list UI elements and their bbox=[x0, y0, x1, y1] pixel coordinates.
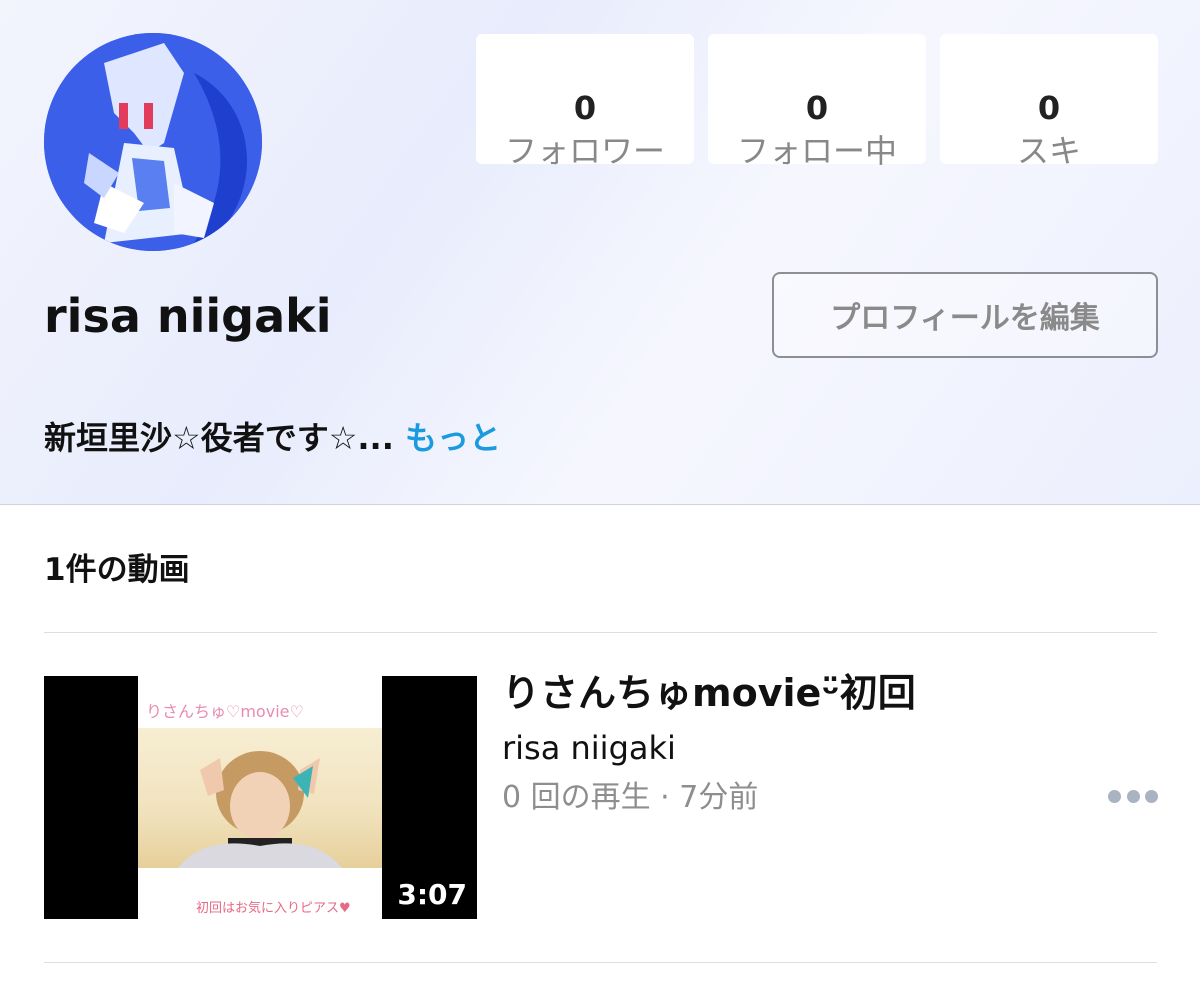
video-count: 1件の動画 bbox=[44, 552, 190, 588]
video-meta: 0 回の再生 · 7分前 bbox=[502, 780, 759, 815]
stat-likes[interactable]: 0 スキ bbox=[940, 34, 1158, 170]
stat-following[interactable]: 0 フォロー中 bbox=[708, 34, 926, 170]
dot bbox=[1126, 790, 1140, 803]
divider bbox=[44, 962, 1157, 963]
edit-profile-button[interactable]: プロフィールを編集 bbox=[772, 272, 1158, 358]
divider bbox=[44, 632, 1157, 633]
stat-followers[interactable]: 0 フォロワー bbox=[476, 34, 694, 170]
bio-more-link[interactable]: もっと bbox=[405, 419, 501, 457]
dot bbox=[1145, 790, 1158, 803]
video-thumbnail[interactable]: りさんちゅ♡movie♡ 初回はお気に入りピアス♥ 3:07 bbox=[44, 676, 477, 919]
avatar[interactable] bbox=[44, 33, 262, 251]
thumbnail-title: りさんちゅ♡movie♡ bbox=[146, 702, 304, 721]
profile-bio: 新垣里沙☆役者です☆... もっと bbox=[44, 416, 501, 460]
stat-label: フォロワー bbox=[504, 132, 665, 170]
avatar-illustration bbox=[44, 33, 262, 251]
thumbnail-frame: りさんちゅ♡movie♡ 初回はお気に入りピアス♥ bbox=[138, 676, 382, 919]
thumbnail-person bbox=[178, 751, 342, 868]
profile-name: risa niigaki bbox=[44, 289, 332, 343]
stat-label: スキ bbox=[1016, 132, 1081, 170]
thumbnail-caption: 初回はお気に入りピアス♥ bbox=[196, 901, 351, 916]
stat-value: 0 bbox=[573, 89, 597, 127]
stat-value: 0 bbox=[1037, 89, 1061, 127]
stat-label: フォロー中 bbox=[736, 132, 897, 170]
video-duration: 3:07 bbox=[397, 878, 467, 911]
video-title[interactable]: りさんちゅmovieᵕ̈初回 bbox=[502, 668, 916, 718]
bio-text: 新垣里沙☆役者です☆... bbox=[44, 419, 394, 457]
ellipsis-icon[interactable] bbox=[1108, 790, 1158, 806]
video-author[interactable]: risa niigaki bbox=[502, 728, 676, 768]
dot bbox=[1108, 790, 1121, 803]
thumbnail-photo bbox=[138, 728, 382, 868]
stat-value: 0 bbox=[805, 89, 829, 127]
profile-header: 0 フォロワー 0 フォロー中 0 スキ risa niigaki プロフィール… bbox=[0, 0, 1200, 505]
